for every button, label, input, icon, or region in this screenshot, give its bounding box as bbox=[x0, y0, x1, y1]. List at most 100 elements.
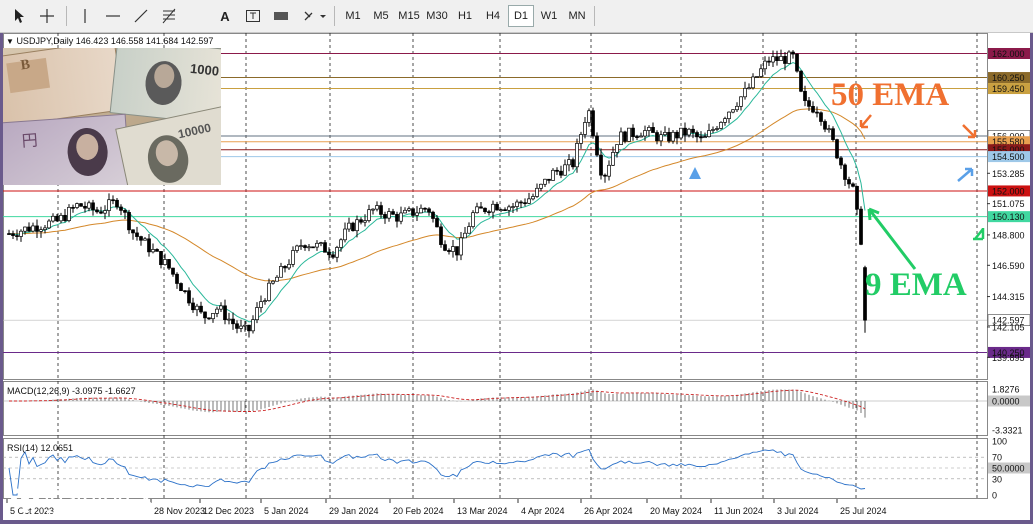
candle-body bbox=[151, 249, 155, 253]
date-label: 5 Jan 2024 bbox=[264, 506, 309, 516]
candle-body bbox=[43, 227, 47, 230]
candle-body bbox=[11, 233, 15, 236]
svg-text:1000: 1000 bbox=[189, 61, 219, 79]
candle-body bbox=[167, 259, 171, 269]
candle-body bbox=[559, 170, 563, 176]
candle-body bbox=[63, 214, 67, 221]
candle-body bbox=[87, 202, 91, 209]
candle-body bbox=[643, 130, 647, 137]
candle-body bbox=[59, 214, 63, 222]
candle-body bbox=[823, 121, 827, 130]
candle-body bbox=[747, 87, 751, 90]
candle-body bbox=[115, 199, 119, 208]
candle-body bbox=[19, 230, 23, 237]
candle-body bbox=[35, 225, 39, 232]
price-label: 159.450 bbox=[992, 84, 1025, 94]
candle-body bbox=[251, 319, 255, 332]
candle-body bbox=[615, 144, 619, 153]
candle-body bbox=[567, 159, 571, 166]
macd-axis-label: 1.8276 bbox=[992, 385, 1020, 395]
candle-body bbox=[247, 324, 251, 332]
timeframe-h4[interactable]: H4 bbox=[480, 5, 506, 27]
candle-body bbox=[367, 209, 371, 221]
candle-body bbox=[831, 128, 835, 140]
candle-body bbox=[159, 251, 163, 266]
timeframe-m30[interactable]: M30 bbox=[424, 5, 450, 27]
candle-body bbox=[811, 106, 815, 113]
price-label: 160.250 bbox=[992, 73, 1025, 83]
rsi-axis-label: 30 bbox=[992, 474, 1002, 484]
rsi-axis-label: 70 bbox=[992, 453, 1002, 463]
date-label: 12 Dec 2023 bbox=[203, 506, 254, 516]
candle-body bbox=[683, 127, 687, 136]
date-label: 29 Jan 2024 bbox=[329, 506, 379, 516]
timeframe-w1[interactable]: W1 bbox=[536, 5, 562, 27]
candle-body bbox=[471, 212, 475, 227]
candle-body bbox=[131, 229, 135, 234]
date-label: 11 Jun 2024 bbox=[714, 506, 763, 516]
blue-arrow-right bbox=[957, 167, 974, 182]
candle-body bbox=[327, 251, 331, 256]
candle-body bbox=[459, 237, 463, 256]
candle-body bbox=[323, 242, 327, 253]
candle-body bbox=[655, 132, 659, 142]
fibonacci-icon[interactable] bbox=[158, 5, 180, 27]
price-label: 142.105 bbox=[992, 322, 1025, 332]
horizontal-line-icon[interactable] bbox=[102, 5, 124, 27]
candle-body bbox=[311, 246, 315, 249]
candle-body bbox=[83, 205, 87, 209]
candle-body bbox=[635, 136, 639, 138]
timeframe-mn[interactable]: MN bbox=[564, 5, 590, 27]
cursor-icon[interactable] bbox=[8, 5, 30, 27]
vertical-line-icon[interactable] bbox=[74, 5, 96, 27]
candle-body bbox=[607, 164, 611, 177]
timeframe-h1[interactable]: H1 bbox=[452, 5, 478, 27]
candle-body bbox=[91, 202, 95, 211]
rectangle-icon[interactable] bbox=[270, 5, 292, 27]
macd-header: MACD(12,26,9) -3.0975 -1.6627 bbox=[7, 386, 136, 396]
candle-body bbox=[591, 110, 595, 137]
candle-body bbox=[291, 250, 295, 265]
ema9-arrow-right bbox=[973, 228, 985, 241]
candle-body bbox=[111, 199, 115, 202]
candle-body bbox=[627, 127, 631, 142]
candle-body bbox=[371, 208, 375, 211]
candle-body bbox=[475, 206, 479, 214]
candle-body bbox=[391, 211, 395, 215]
toolbar-separator bbox=[334, 6, 335, 26]
candle-body bbox=[787, 51, 791, 64]
macd-panel-border bbox=[3, 381, 988, 436]
timeframe-m15[interactable]: M15 bbox=[396, 5, 422, 27]
timeframe-d1[interactable]: D1 bbox=[508, 5, 534, 27]
crosshair-icon[interactable] bbox=[36, 5, 58, 27]
timeframe-m5[interactable]: M5 bbox=[368, 5, 394, 27]
candle-body bbox=[171, 267, 175, 275]
rsi-axis-label: 0 bbox=[992, 491, 997, 501]
candle-body bbox=[495, 203, 499, 211]
price-label: 151.075 bbox=[992, 199, 1025, 209]
shapes-dropdown-icon[interactable] bbox=[300, 5, 330, 27]
candle-body bbox=[143, 238, 147, 241]
candle-body bbox=[743, 87, 747, 98]
candle-body bbox=[647, 127, 651, 131]
toolbar-separator bbox=[66, 6, 67, 26]
timeframe-m1[interactable]: M1 bbox=[340, 5, 366, 27]
price-label: 150.130 bbox=[992, 212, 1025, 222]
candle-body bbox=[439, 226, 443, 245]
candle-body bbox=[719, 122, 723, 129]
date-label: 13 Mar 2024 bbox=[457, 506, 508, 516]
text-tool[interactable]: A bbox=[214, 5, 236, 27]
trend-line-icon[interactable] bbox=[130, 5, 152, 27]
candle-body bbox=[239, 325, 243, 329]
text-label-icon[interactable] bbox=[242, 5, 264, 27]
candle-body bbox=[163, 259, 167, 266]
candle-body bbox=[71, 207, 75, 209]
ema9-arrow bbox=[867, 207, 917, 270]
candle-body bbox=[51, 215, 55, 222]
candle-body bbox=[363, 220, 367, 223]
date-label: 20 Feb 2024 bbox=[393, 506, 444, 516]
candle-body bbox=[771, 56, 775, 63]
yen-banknotes-photo: B 1000 円 10000 bbox=[3, 48, 221, 185]
candle-body bbox=[55, 215, 59, 222]
candle-body bbox=[623, 131, 627, 142]
